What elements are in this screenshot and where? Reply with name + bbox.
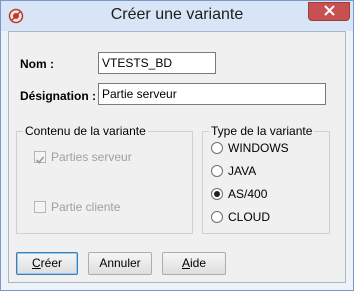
radio-cloud[interactable] bbox=[211, 211, 223, 223]
title-bar[interactable]: Créer une variante bbox=[1, 1, 353, 31]
radio-windows[interactable] bbox=[211, 142, 223, 154]
nom-label: Nom : bbox=[20, 57, 54, 71]
radio-windows-label: WINDOWS bbox=[228, 141, 289, 155]
window-title: Créer une variante bbox=[110, 6, 244, 23]
parties-serveur-label: Parties serveur bbox=[51, 150, 132, 164]
partie-cliente-label: Partie cliente bbox=[51, 200, 121, 214]
aide-label: ide bbox=[190, 256, 207, 270]
radio-java[interactable] bbox=[211, 165, 223, 177]
aide-accel: A bbox=[181, 256, 190, 270]
aide-button[interactable]: Aide bbox=[162, 252, 226, 275]
dialog-body: Nom : VTESTS_BD Désignation : Partie ser… bbox=[8, 31, 346, 283]
nom-field[interactable]: VTESTS_BD bbox=[98, 52, 216, 74]
type-title: Type de la variante bbox=[209, 124, 315, 138]
creer-button[interactable]: Créer bbox=[16, 252, 78, 275]
creer-label: réer bbox=[40, 256, 62, 270]
close-button[interactable] bbox=[308, 2, 350, 21]
designation-label: Désignation : bbox=[20, 89, 97, 103]
annuler-button[interactable]: Annuler bbox=[88, 252, 152, 275]
partie-cliente-checkbox[interactable] bbox=[34, 201, 46, 213]
radio-cloud-label: CLOUD bbox=[228, 210, 271, 224]
radio-as400-label: AS/400 bbox=[228, 187, 268, 201]
type-groupbox: Type de la variante WINDOWS JAVA AS/400 … bbox=[202, 124, 330, 234]
checkmark-icon bbox=[35, 156, 45, 164]
create-variant-dialog: Créer une variante Nom : VTESTS_BD Désig… bbox=[0, 0, 354, 291]
contenu-title: Contenu de la variante bbox=[23, 124, 148, 138]
parties-serveur-checkbox[interactable] bbox=[34, 151, 46, 164]
radio-java-label: JAVA bbox=[228, 164, 257, 178]
contenu-groupbox: Contenu de la variante Parties serveur P… bbox=[16, 124, 193, 234]
close-icon bbox=[323, 3, 335, 21]
radio-as400[interactable] bbox=[211, 188, 223, 200]
creer-accel: C bbox=[31, 256, 41, 270]
designation-field[interactable]: Partie serveur bbox=[98, 83, 326, 105]
